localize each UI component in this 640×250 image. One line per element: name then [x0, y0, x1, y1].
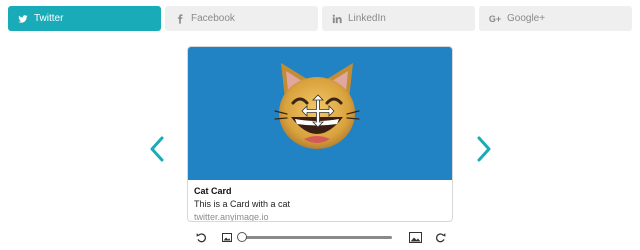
network-tabs: Twitter Facebook LinkedIn G+ Google+ [8, 6, 632, 31]
linkedin-icon [331, 13, 343, 25]
card-title: Cat Card [194, 186, 232, 196]
card-preview: Cat Card This is a Card with a cat twitt… [187, 46, 453, 222]
previous-card-button[interactable] [149, 136, 165, 162]
card-image[interactable] [188, 47, 452, 180]
tab-google-plus[interactable]: G+ Google+ [479, 6, 632, 31]
tab-twitter-label: Twitter [34, 13, 64, 24]
tab-facebook[interactable]: Facebook [165, 6, 318, 31]
next-card-button[interactable] [476, 136, 492, 162]
zoom-out-button[interactable] [220, 230, 234, 244]
zoom-slider-thumb[interactable] [237, 232, 247, 242]
image-small-icon [222, 232, 232, 242]
rotate-left-icon [196, 232, 206, 242]
tab-linkedin-label: LinkedIn [348, 13, 386, 24]
twitter-icon [17, 13, 29, 25]
tab-twitter[interactable]: Twitter [8, 6, 161, 31]
tab-google-plus-label: Google+ [507, 13, 546, 24]
google-plus-icon: G+ [488, 13, 502, 24]
zoom-controls [194, 230, 447, 244]
rotate-right-button[interactable] [433, 230, 447, 244]
chevron-right-icon [477, 136, 491, 162]
card-domain: twitter.anyimage.io [194, 212, 269, 222]
zoom-slider-track[interactable] [242, 236, 392, 239]
image-large-icon [408, 231, 422, 243]
card-description: This is a Card with a cat [194, 199, 291, 209]
rotate-right-icon [435, 232, 445, 242]
facebook-icon [174, 13, 186, 25]
card-body: Cat Card This is a Card with a cat twitt… [188, 180, 452, 222]
move-arrows-icon[interactable] [301, 94, 335, 128]
zoom-in-button[interactable] [408, 230, 422, 244]
tab-linkedin[interactable]: LinkedIn [322, 6, 475, 31]
chevron-left-icon [150, 136, 164, 162]
tab-facebook-label: Facebook [191, 13, 235, 24]
rotate-left-button[interactable] [194, 230, 208, 244]
